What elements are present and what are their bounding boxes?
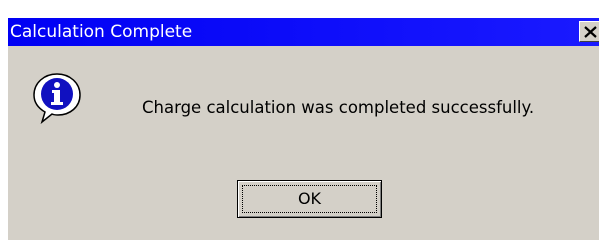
calculation-complete-dialog: Calculation Complete Charge calculation … [8, 18, 599, 240]
dialog-message: Charge calculation was completed success… [142, 98, 535, 117]
ok-button[interactable]: OK [237, 180, 382, 218]
close-button[interactable] [579, 21, 599, 42]
dialog-title: Calculation Complete [10, 22, 193, 42]
close-icon [584, 26, 597, 38]
ok-button-label: OK [297, 189, 322, 208]
info-icon [33, 73, 81, 124]
title-bar[interactable]: Calculation Complete [8, 18, 599, 46]
